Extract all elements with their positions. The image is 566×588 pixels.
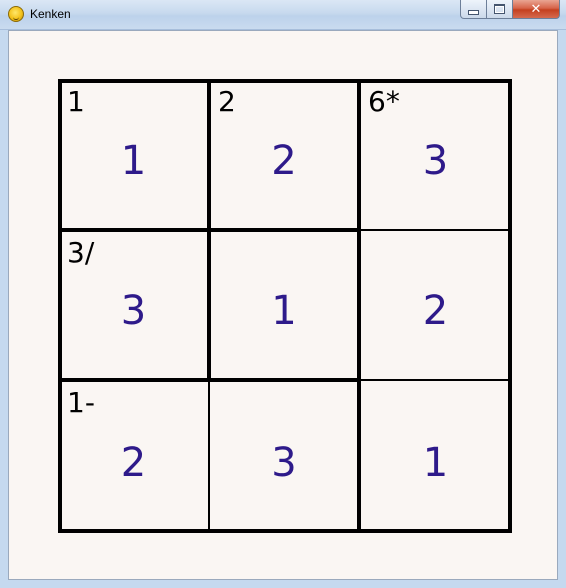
cell-value: 2 bbox=[120, 439, 147, 486]
board-cell[interactable]: 3/ 3 bbox=[58, 230, 209, 380]
kenken-board: 1 1 2 2 6* 3 3/ 3 1 2 1- 2 3 1 bbox=[58, 79, 512, 533]
board-cell[interactable]: 3 bbox=[209, 380, 359, 533]
cell-value: 3 bbox=[120, 288, 147, 334]
board-cell[interactable]: 1- 2 bbox=[58, 380, 209, 533]
python-icon bbox=[8, 6, 24, 22]
board-cell[interactable]: 1 1 bbox=[58, 79, 209, 230]
grid-line bbox=[359, 229, 512, 231]
cell-value: 1 bbox=[271, 288, 297, 334]
board-cell[interactable]: 1 bbox=[359, 380, 512, 533]
title-bar[interactable]: Kenken ✕ bbox=[0, 0, 566, 30]
board-cell[interactable]: 2 bbox=[359, 230, 512, 380]
board-border bbox=[58, 529, 512, 533]
cage-wall bbox=[357, 79, 361, 533]
cage-wall bbox=[58, 228, 359, 232]
board-border bbox=[58, 79, 512, 83]
board-border bbox=[58, 79, 62, 533]
cell-value: 1 bbox=[120, 137, 147, 184]
cell-value: 3 bbox=[422, 137, 449, 184]
minimize-icon bbox=[468, 9, 479, 15]
cell-value: 1 bbox=[422, 439, 449, 486]
board-border bbox=[508, 79, 512, 533]
minimize-button[interactable] bbox=[460, 0, 487, 19]
window-title: Kenken bbox=[30, 7, 71, 21]
maximize-button[interactable] bbox=[487, 0, 513, 19]
board-cell[interactable]: 2 2 bbox=[209, 79, 359, 230]
close-icon: ✕ bbox=[530, 1, 542, 17]
cell-value: 2 bbox=[271, 137, 297, 184]
board-cell[interactable]: 1 bbox=[209, 230, 359, 380]
close-button[interactable]: ✕ bbox=[513, 0, 560, 19]
maximize-icon bbox=[494, 4, 505, 14]
grid-line bbox=[208, 380, 210, 533]
window-controls: ✕ bbox=[460, 0, 560, 20]
grid-line bbox=[359, 379, 512, 381]
board-cell[interactable]: 6* 3 bbox=[359, 79, 512, 230]
cell-value: 2 bbox=[422, 288, 449, 334]
cell-value: 3 bbox=[271, 439, 297, 486]
game-canvas: 1 1 2 2 6* 3 3/ 3 1 2 1- 2 3 1 bbox=[8, 30, 558, 580]
